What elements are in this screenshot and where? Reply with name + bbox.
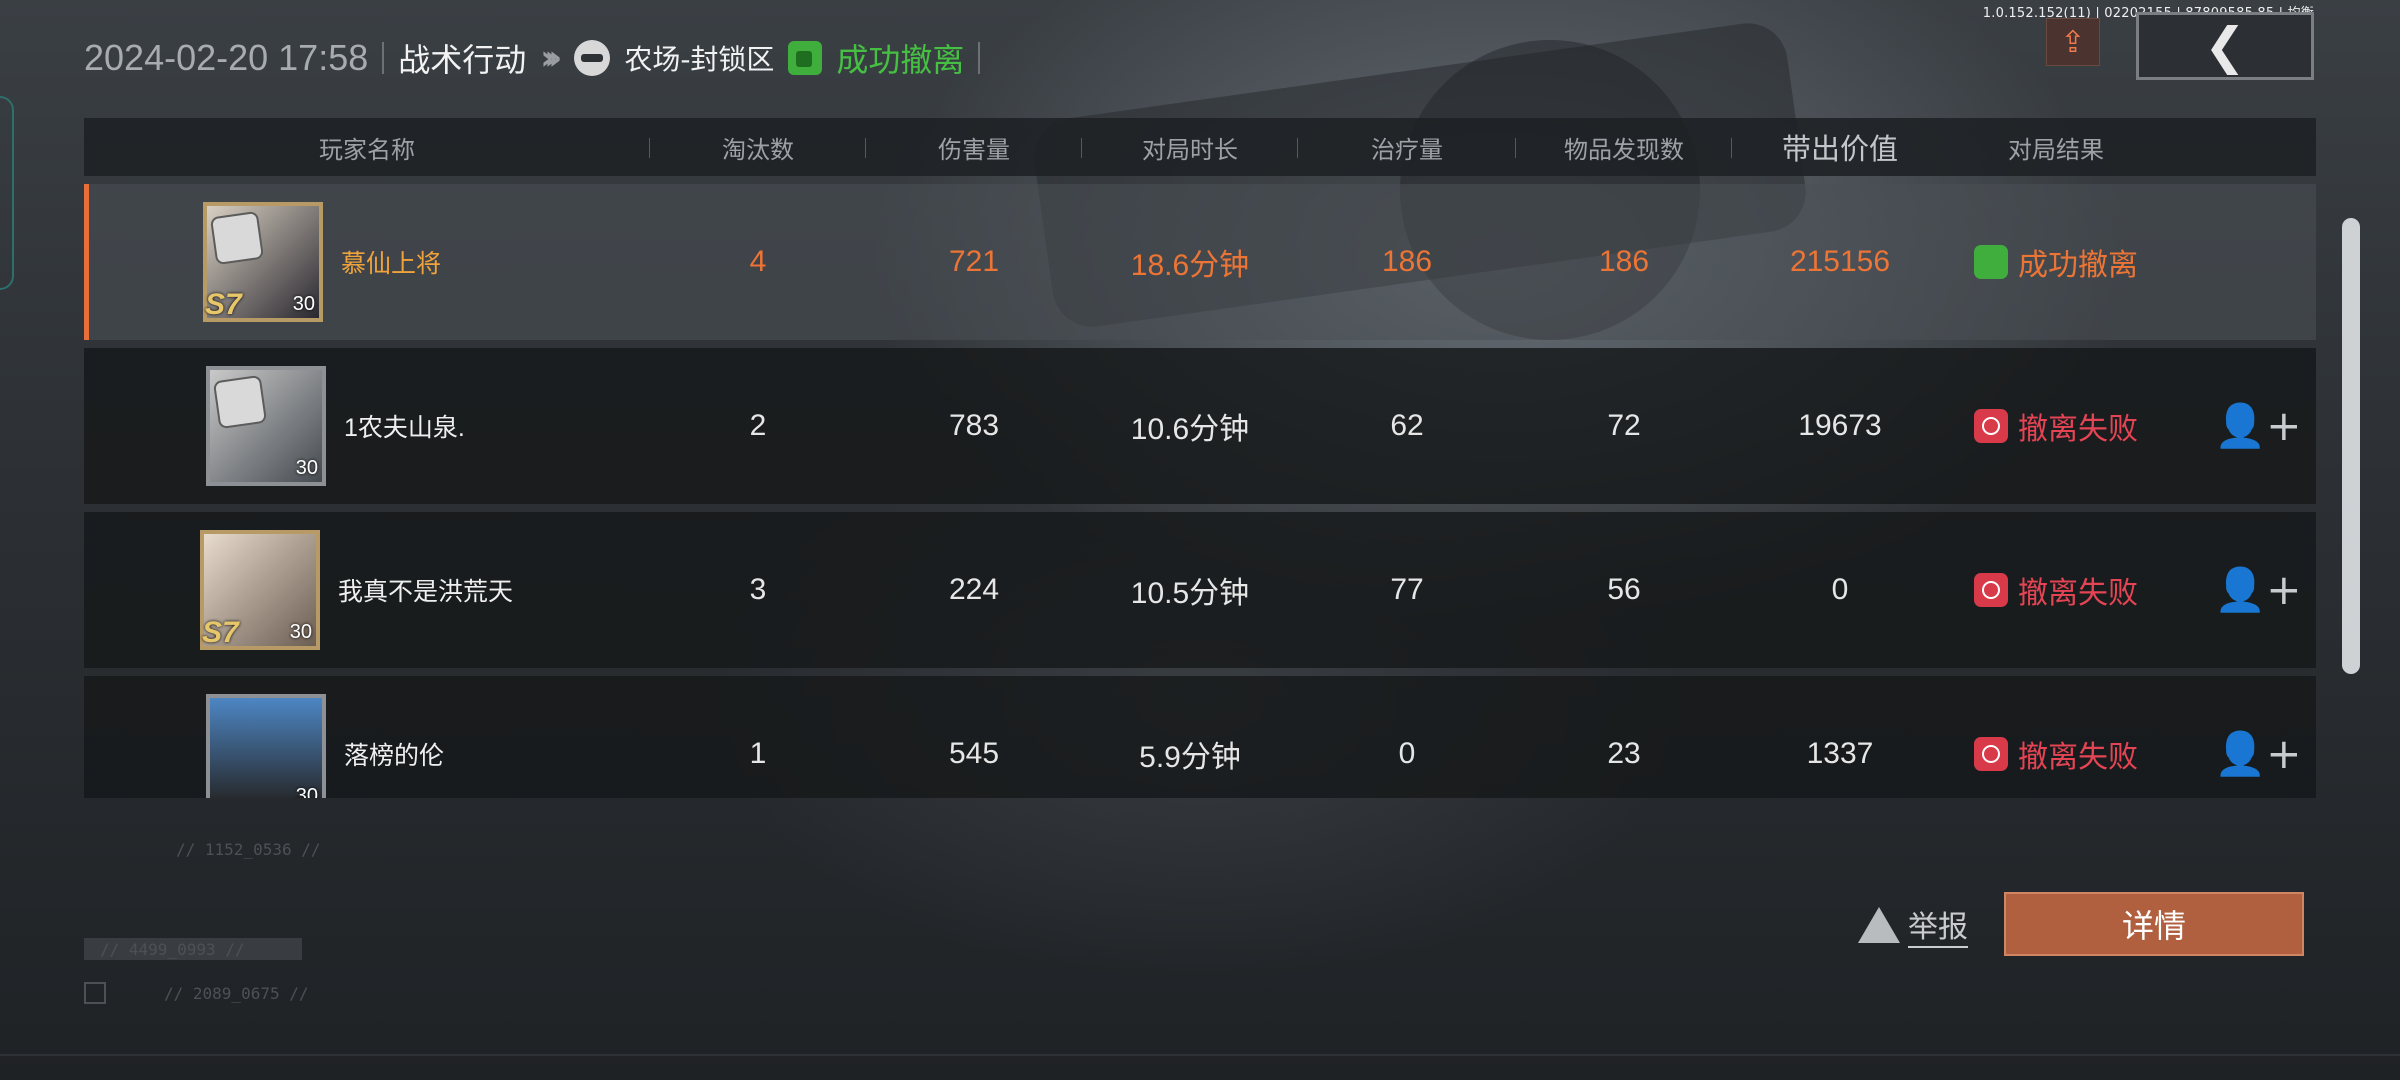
match-header: 2024-02-20 17:58 战术行动 ››› 农场-封锁区 成功撤离 xyxy=(84,34,981,82)
map-name: 农场-封锁区 xyxy=(624,43,775,76)
player-level: 30 xyxy=(289,621,312,643)
rank-badge-icon xyxy=(209,210,265,266)
damage: 224 xyxy=(948,573,1000,606)
match-result: 成功撤离 xyxy=(836,41,965,79)
avatar[interactable]: S7 30 xyxy=(203,202,323,322)
table-row[interactable]: 30 1农夫山泉. 2 783 10.6分钟 62 72 19673 撤离失败 … xyxy=(84,348,2316,504)
map-icon xyxy=(574,40,611,76)
eliminations: 4 xyxy=(749,245,767,278)
add-friend-icon[interactable]: 👤+ xyxy=(2214,401,2302,451)
table-row[interactable]: S7 30 我真不是洪荒天 3 224 10.5分钟 77 56 0 撤离失败 … xyxy=(84,512,2316,668)
column-header-player: 玩家名称 xyxy=(84,130,650,165)
fail-icon xyxy=(1974,737,2008,771)
items-found: 56 xyxy=(1607,573,1641,606)
bottom-divider xyxy=(0,1054,2400,1056)
healing: 186 xyxy=(1381,245,1433,278)
thumbs-up-icon xyxy=(788,41,823,75)
healing: 62 xyxy=(1390,409,1424,442)
decorative-code: // 4499_0993 // xyxy=(100,940,245,959)
share-button[interactable]: ⇪ xyxy=(2046,18,2100,66)
column-header-eliminations: 淘汰数 xyxy=(650,130,866,165)
season-badge: S7 xyxy=(202,616,239,649)
column-header-damage: 伤害量 xyxy=(866,130,1082,165)
result-label: 撤离失败 xyxy=(2018,741,2138,774)
chevron-left-icon: ❮ xyxy=(2204,17,2246,75)
duration: 5.9分钟 xyxy=(1139,741,1241,774)
avatar[interactable]: 30 xyxy=(206,366,326,486)
decorative-square xyxy=(84,982,106,1004)
scrollbar[interactable] xyxy=(2342,218,2360,674)
player-name: 1农夫山泉. xyxy=(344,414,465,442)
column-header-items-found: 物品发现数 xyxy=(1516,130,1732,165)
header-divider xyxy=(382,42,385,74)
thumbs-up-icon xyxy=(1974,245,2008,279)
player-level: 30 xyxy=(292,293,315,315)
player-cell: S7 30 慕仙上将 xyxy=(89,202,650,322)
damage: 783 xyxy=(948,409,1000,442)
share-icon: ⇪ xyxy=(2060,24,2086,60)
player-cell: 30 落榜的伦 xyxy=(84,694,650,798)
scoreboard-table: 玩家名称 淘汰数 伤害量 对局时长 治疗量 物品发现数 带出价值 对局结果 S7… xyxy=(84,118,2316,798)
extraction-result: 成功撤离 xyxy=(1948,240,2164,284)
items-found: 23 xyxy=(1607,737,1641,770)
player-level: 30 xyxy=(295,457,318,479)
player-name: 落榜的伦 xyxy=(344,742,445,770)
eliminations: 2 xyxy=(749,409,767,442)
player-level: 30 xyxy=(295,785,318,798)
damage: 721 xyxy=(948,245,1000,278)
items-found: 186 xyxy=(1598,245,1650,278)
column-header-value: 带出价值 xyxy=(1781,132,1898,166)
column-header-result: 对局结果 xyxy=(2008,135,2104,164)
duration: 18.6分钟 xyxy=(1130,249,1250,282)
header-divider xyxy=(978,42,981,74)
table-row[interactable]: S7 30 慕仙上将 4 721 18.6分钟 186 186 215156 成… xyxy=(84,184,2316,340)
decorative-code: // 1152_0536 // xyxy=(176,840,321,859)
details-button[interactable]: 详情 xyxy=(2004,892,2304,956)
back-button[interactable]: ❮ xyxy=(2136,12,2314,80)
rank-badge-icon xyxy=(212,374,268,430)
table-row[interactable]: 30 落榜的伦 1 545 5.9分钟 0 23 1337 撤离失败 👤+ xyxy=(84,676,2316,798)
season-badge: S7 xyxy=(205,288,242,321)
fail-icon xyxy=(1974,409,2008,443)
report-button[interactable]: 举报 xyxy=(1858,902,1968,948)
value-extracted: 1337 xyxy=(1806,737,1874,770)
column-header-healing: 治疗量 xyxy=(1298,130,1516,165)
avatar[interactable]: S7 30 xyxy=(200,530,320,650)
warning-icon xyxy=(1858,907,1900,943)
extraction-result: 撤离失败 xyxy=(1948,568,2164,612)
result-label: 撤离失败 xyxy=(2018,577,2138,610)
damage: 545 xyxy=(948,737,1000,770)
add-friend-icon[interactable]: 👤+ xyxy=(2214,565,2302,615)
player-cell: 30 1农夫山泉. xyxy=(84,366,650,486)
player-name: 慕仙上将 xyxy=(341,250,442,278)
result-label: 撤离失败 xyxy=(2018,413,2138,446)
items-found: 72 xyxy=(1607,409,1641,442)
eliminations: 3 xyxy=(749,573,767,606)
game-mode: 战术行动 xyxy=(398,41,527,79)
duration: 10.6分钟 xyxy=(1130,413,1250,446)
value-extracted: 215156 xyxy=(1789,245,1891,278)
player-cell: S7 30 我真不是洪荒天 xyxy=(84,530,650,650)
table-header: 玩家名称 淘汰数 伤害量 对局时长 治疗量 物品发现数 带出价值 对局结果 xyxy=(84,118,2316,176)
eliminations: 1 xyxy=(749,737,767,770)
fail-icon xyxy=(1974,573,2008,607)
match-datetime: 2024-02-20 17:58 xyxy=(84,37,369,78)
duration: 10.5分钟 xyxy=(1130,577,1250,610)
chevron-right-icon: ››› xyxy=(540,38,562,78)
side-panel-handle[interactable] xyxy=(0,96,14,290)
decorative-code: // 2089_0675 // xyxy=(164,984,309,1003)
report-label: 举报 xyxy=(1908,902,1968,948)
add-friend-icon[interactable]: 👤+ xyxy=(2214,729,2302,779)
extraction-result: 撤离失败 xyxy=(1948,404,2164,448)
result-label: 成功撤离 xyxy=(2018,249,2138,282)
avatar[interactable]: 30 xyxy=(206,694,326,798)
column-header-duration: 对局时长 xyxy=(1082,130,1298,165)
extraction-result: 撤离失败 xyxy=(1948,732,2164,776)
healing: 77 xyxy=(1390,573,1424,606)
value-extracted: 0 xyxy=(1831,573,1849,606)
player-name: 我真不是洪荒天 xyxy=(338,578,514,606)
value-extracted: 19673 xyxy=(1798,409,1882,442)
healing: 0 xyxy=(1398,737,1416,770)
